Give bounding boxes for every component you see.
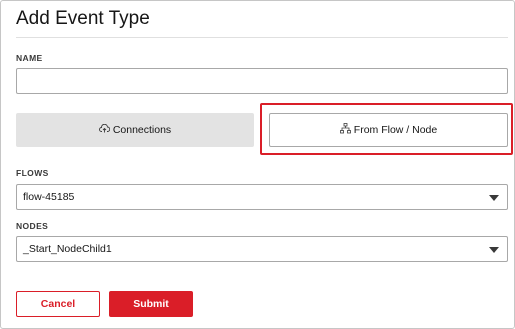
from-flow-node-option[interactable]: From Flow / Node [269,113,508,147]
submit-button[interactable]: Submit [109,291,193,317]
nodes-selected-value: _Start_NodeChild1 [23,243,112,255]
add-event-type-dialog: Add Event Type NAME Connections From Flo… [0,0,515,329]
flows-select[interactable]: flow-45185 [16,184,508,210]
flows-selected-value: flow-45185 [23,191,75,203]
title-divider [16,37,508,38]
chevron-down-icon [489,247,499,253]
nodes-label: NODES [16,221,49,231]
hierarchy-icon [339,123,354,137]
chevron-down-icon [489,195,499,201]
name-input[interactable] [16,68,508,94]
nodes-select[interactable]: _Start_NodeChild1 [16,236,508,262]
cancel-button[interactable]: Cancel [16,291,100,317]
from-flow-node-label: From Flow / Node [353,124,438,136]
connections-label: Connections [112,124,172,136]
name-label: NAME [16,53,43,63]
dialog-title: Add Event Type [16,8,150,29]
cloud-upload-icon [98,123,113,136]
flows-label: FLOWS [16,168,49,178]
connections-option[interactable]: Connections [16,113,254,147]
